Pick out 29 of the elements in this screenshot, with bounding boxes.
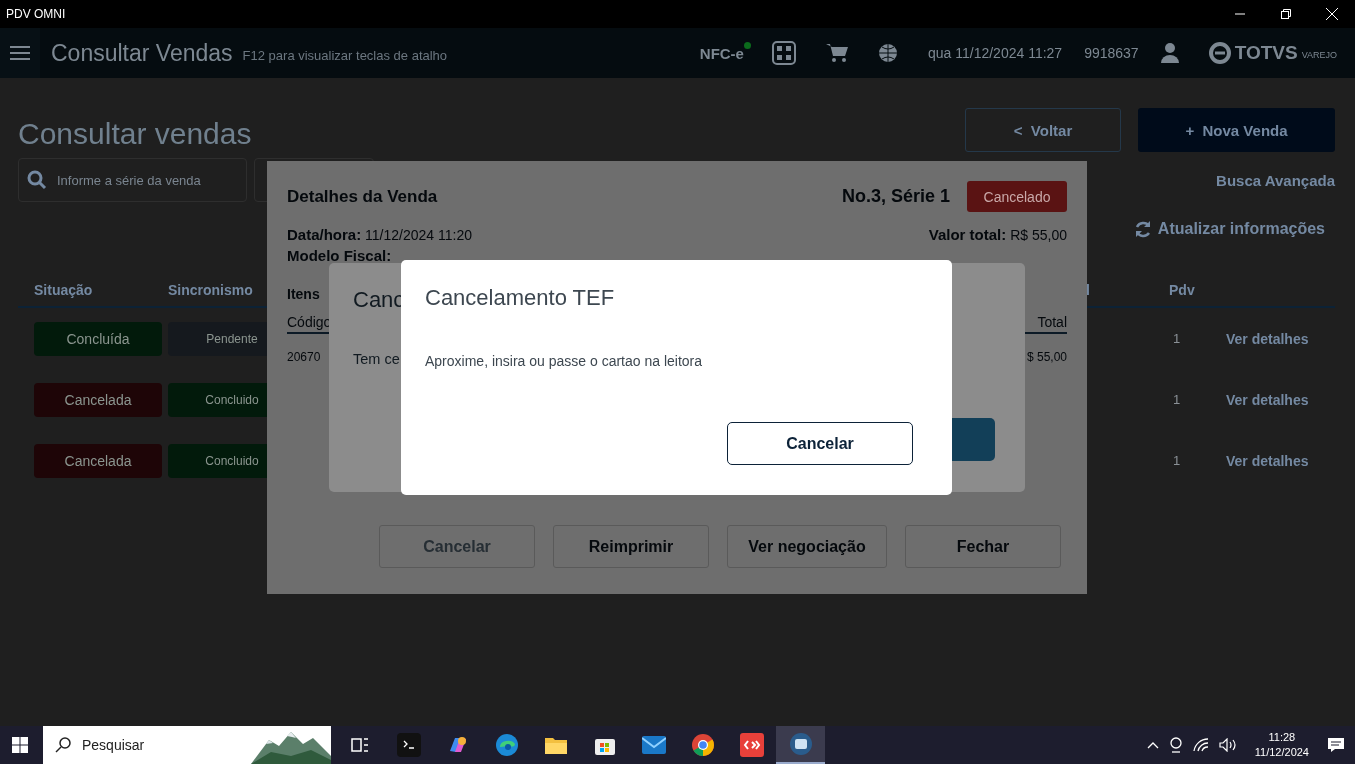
logo-subtitle: VAREJO <box>1301 49 1337 60</box>
date-time: qua 11/12/2024 11:27 <box>927 45 1063 61</box>
dialog-message: Tem ce <box>353 351 400 367</box>
items-label: Itens <box>287 286 320 302</box>
table-cell: $ 55,00 <box>1026 350 1067 364</box>
table-cell: 1 <box>1173 392 1181 407</box>
sale-total: Valor total: R$ 55,00 <box>928 226 1067 243</box>
status-badge: Concluída <box>34 321 162 356</box>
window-title: PDV OMNI <box>6 7 66 21</box>
table-cell: 1 <box>1173 453 1181 468</box>
logo-text: TOTVS <box>1234 42 1298 64</box>
nfce-status: NFC-e <box>699 44 744 62</box>
status-badge: Cancelada <box>34 443 162 478</box>
sale-datetime: Data/hora: 11/12/2024 11:20 <box>287 226 472 243</box>
dialog-message: Aproxime, insira ou passe o cartao na leitora <box>425 353 703 369</box>
column-header: Total <box>1037 314 1067 330</box>
status-badge: Cancelado <box>967 181 1067 212</box>
column-header: Pdv <box>1169 282 1226 308</box>
dialog-title: Detalhes da Venda <box>287 186 438 207</box>
header-title: Consultar Vendas <box>51 39 233 67</box>
fiscal-model-label: Modelo Fiscal: <box>287 247 392 264</box>
table-cell: 1 <box>1173 331 1181 346</box>
sale-number: No.3, Série 1 <box>841 186 950 207</box>
page-title: Consultar vendas <box>18 117 252 151</box>
shortcut-hint: F12 para visualizar teclas de atalho <box>242 48 448 63</box>
column-header: Situação <box>34 282 168 308</box>
operator-code: 9918637 <box>1084 45 1139 61</box>
status-badge: Cancelada <box>34 382 162 417</box>
dialog-title: Cancelamento TEF <box>425 285 615 311</box>
